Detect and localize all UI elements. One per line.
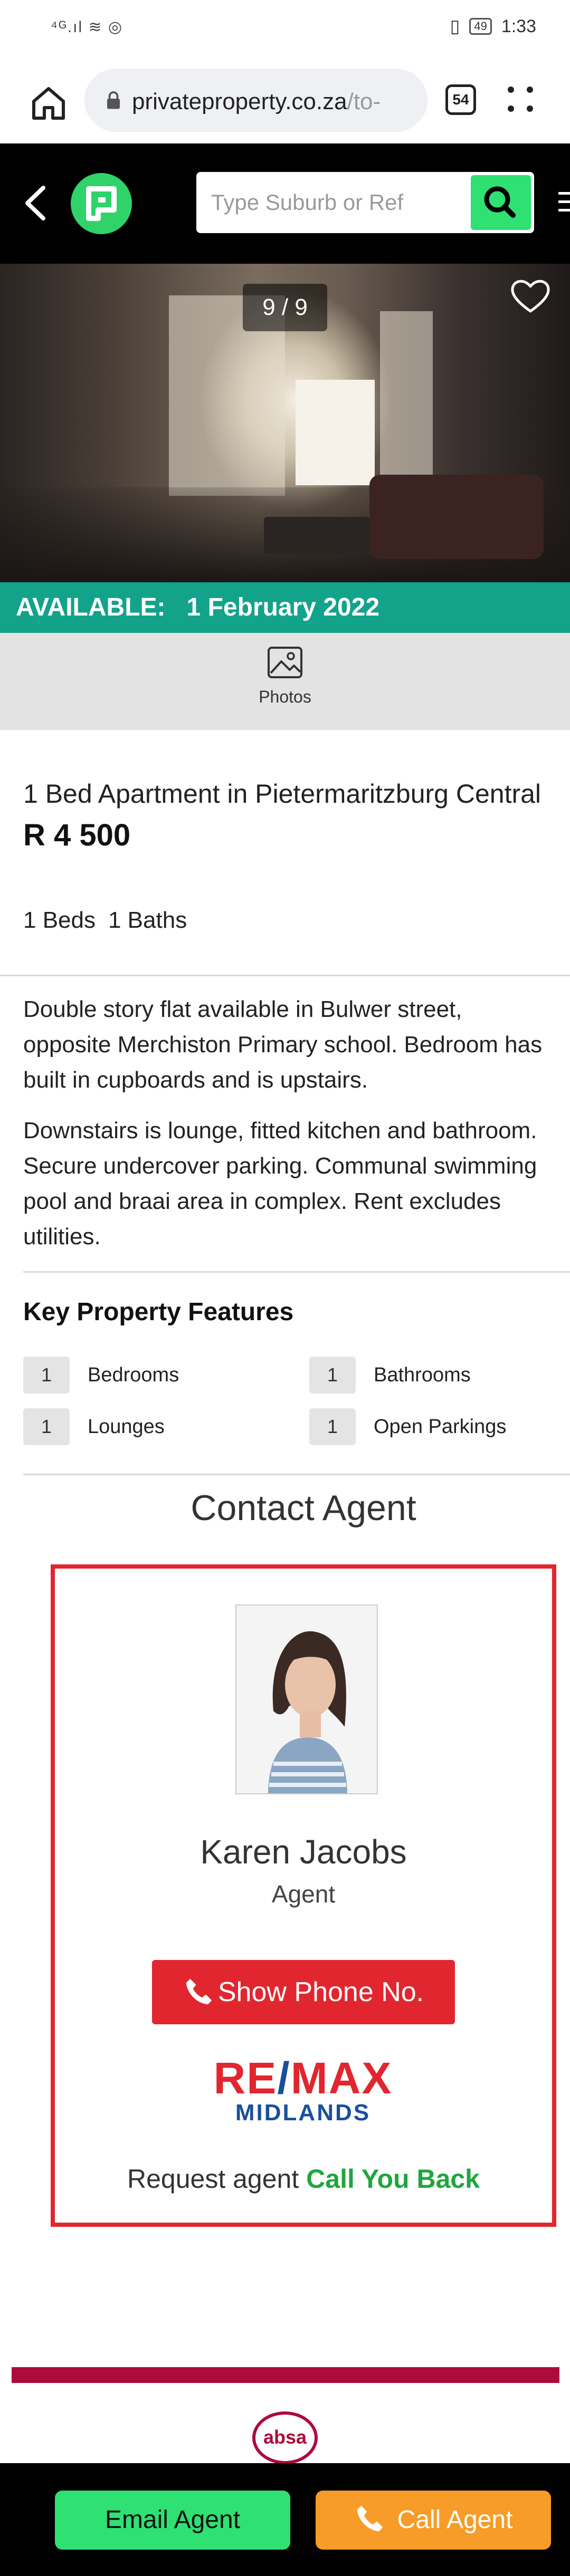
description-paragraph-2: Downstairs is lounge, fitted kitchen and… — [23, 1118, 537, 1249]
status-right: ▯ 49 1:33 — [450, 16, 536, 37]
agent-card: Karen Jacobs Agent Show Phone No. RE/MAX… — [51, 1564, 556, 2227]
image-icon — [268, 647, 302, 678]
description-paragraph-1: Double story flat available in Bulwer st… — [23, 996, 543, 1093]
feature-count: 1 — [23, 1408, 70, 1445]
hamburger-menu-icon[interactable] — [558, 192, 570, 215]
feature-bathrooms: 1 Bathrooms — [309, 1357, 471, 1393]
bed-bath-summary: 1 Beds 1 Baths — [23, 907, 200, 934]
search-input[interactable] — [210, 187, 463, 218]
listing-title: 1 Bed Apartment in Pietermaritzburg Cent… — [23, 779, 542, 809]
agent-avatar — [235, 1604, 378, 1794]
availability-banner: AVAILABLE: 1 February 2022 — [0, 582, 570, 633]
privateproperty-logo[interactable] — [71, 173, 132, 234]
callback-request: Request agent Call You Back — [55, 2164, 552, 2194]
photo-table — [264, 517, 369, 554]
feature-label: Bedrooms — [88, 1363, 179, 1386]
feature-count: 1 — [23, 1357, 70, 1393]
vibrate-icon: ▯ — [450, 16, 460, 36]
feature-lounges: 1 Lounges — [23, 1408, 165, 1445]
absa-logo[interactable]: absa — [252, 2411, 318, 2464]
photo-sofa — [369, 475, 544, 559]
availability-label: AVAILABLE: — [16, 593, 166, 621]
lock-icon — [107, 91, 120, 109]
bottom-action-bar: Email Agent Call Agent — [0, 2463, 570, 2576]
feature-label: Open Parkings — [374, 1415, 507, 1438]
search-box — [196, 172, 534, 233]
status-bar: ⁴ᴳ.ıl ≋ ◎ ▯ 49 1:33 — [0, 0, 570, 58]
remax-logo-sub: MIDLANDS — [235, 2100, 371, 2126]
call-you-back-link[interactable]: Call You Back — [306, 2164, 480, 2194]
browser-toolbar: privateproperty.co.za/to- 54 — [0, 58, 570, 143]
listing-photo[interactable]: 9 / 9 — [0, 264, 570, 582]
call-agent-button[interactable]: Call Agent — [316, 2491, 551, 2550]
feature-bedrooms: 1 Bedrooms — [23, 1357, 179, 1393]
divider — [23, 1474, 570, 1475]
show-phone-label: Show Phone No. — [217, 1977, 424, 2007]
agent-name: Karen Jacobs — [200, 1833, 407, 1871]
show-phone-button[interactable]: Show Phone No. — [152, 1960, 455, 2024]
phone-icon — [186, 1978, 212, 2005]
search-icon — [484, 186, 516, 218]
photos-button[interactable]: Photos — [232, 646, 338, 719]
feature-count: 1 — [309, 1408, 356, 1445]
photo-window — [296, 380, 375, 485]
site-header — [0, 143, 570, 264]
signal-icons: ⁴ᴳ.ıl ≋ ◎ — [51, 18, 124, 36]
photos-label: Photos — [259, 687, 311, 706]
search-button[interactable] — [471, 175, 531, 230]
availability-date: 1 February 2022 — [186, 593, 380, 621]
feature-label: Lounges — [88, 1415, 165, 1438]
feature-count: 1 — [309, 1357, 356, 1393]
baths-count: 1 Baths — [108, 907, 187, 933]
call-agent-label: Call Agent — [397, 2506, 513, 2534]
back-icon[interactable] — [22, 185, 49, 222]
home-icon[interactable] — [27, 82, 70, 124]
agent-role: Agent — [271, 1880, 336, 1908]
ad-banner-bar[interactable] — [12, 2367, 559, 2383]
contact-agent-title: Contact Agent — [191, 1488, 416, 1528]
callback-prefix: Request agent — [127, 2164, 299, 2194]
url-domain: privateproperty.co.za — [132, 89, 347, 114]
address-bar[interactable]: privateproperty.co.za/to- — [84, 69, 428, 132]
key-features-title: Key Property Features — [23, 1298, 294, 1326]
email-agent-button[interactable]: Email Agent — [55, 2491, 290, 2550]
listing-price: R 4 500 — [23, 818, 131, 852]
feature-label: Bathrooms — [374, 1363, 471, 1386]
browser-menu-icon[interactable] — [506, 84, 536, 115]
remax-midlands-logo: RE/MAX MIDLANDS — [208, 2053, 398, 2126]
photo-curtain-right — [380, 311, 433, 480]
tab-switcher-button[interactable]: 54 — [445, 84, 476, 115]
photos-bar: Photos — [0, 633, 570, 730]
remax-logo-main: RE/MAX — [213, 2053, 393, 2103]
url-path: /to- — [347, 89, 381, 114]
clock: 1:33 — [501, 16, 536, 36]
feature-open-parkings: 1 Open Parkings — [309, 1408, 506, 1445]
phone-icon — [357, 2505, 383, 2532]
favourite-heart-icon[interactable] — [509, 277, 552, 314]
divider — [0, 975, 570, 976]
url-text: privateproperty.co.za/to- — [132, 89, 381, 115]
battery-icon: 49 — [469, 18, 492, 35]
divider — [23, 1271, 570, 1273]
beds-count: 1 Beds — [23, 907, 96, 933]
photo-counter: 9 / 9 — [243, 284, 327, 331]
